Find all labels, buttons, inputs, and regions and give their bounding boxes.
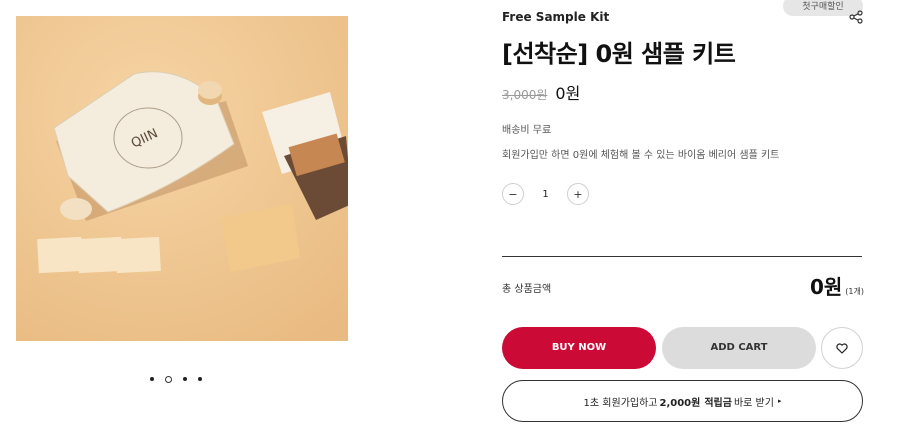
- quantity-stepper: − 1 +: [502, 183, 589, 205]
- signup-points: 적립금: [704, 397, 732, 409]
- price-row: 3,000원 0원: [502, 80, 580, 104]
- product-title: [선착순] 0원 샘플 키트: [502, 40, 736, 68]
- quantity-value[interactable]: 1: [524, 189, 567, 200]
- original-price: 3,000원: [502, 88, 548, 102]
- add-cart-button[interactable]: ADD CART: [662, 327, 816, 369]
- chevron-right-icon: ▸: [777, 397, 782, 405]
- total-price-label: 총 상품금액: [502, 284, 552, 295]
- sale-price: 0원: [555, 84, 581, 103]
- product-description: 회원가입만 하면 0원에 체험해 볼 수 있는 바이옴 베리어 샘플 키트: [502, 150, 780, 161]
- gallery-pagination: [150, 373, 202, 385]
- decrease-quantity-button[interactable]: −: [502, 183, 524, 205]
- pagination-dot[interactable]: [150, 377, 154, 381]
- increase-quantity-button[interactable]: +: [567, 183, 589, 205]
- signup-amount: 2,000원: [659, 397, 701, 409]
- total-price-value: 0원: [809, 275, 843, 299]
- heart-icon: [836, 342, 848, 354]
- product-info-panel: Free Sample Kit 첫구매할인 [선착순] 0원 샘플 키트 3,0…: [502, 0, 864, 445]
- share-icon[interactable]: [849, 10, 863, 24]
- signup-suffix: 바로 받기: [733, 397, 774, 409]
- product-image-gallery[interactable]: QIIN: [16, 16, 348, 341]
- total-price: 0원 (1개): [810, 271, 864, 300]
- wishlist-button[interactable]: [821, 327, 863, 369]
- buy-now-button[interactable]: BUY NOW: [502, 327, 656, 369]
- signup-reward-button[interactable]: 1초 회원가입하고 2,000원 적립금 바로 받기 ▸: [502, 380, 863, 422]
- signup-prefix: 1초 회원가입하고: [583, 397, 658, 409]
- total-item-count: (1개): [845, 287, 864, 296]
- product-subtitle: Free Sample Kit: [502, 10, 610, 24]
- divider: [502, 256, 862, 257]
- pagination-dot[interactable]: [183, 377, 187, 381]
- pagination-dot[interactable]: [198, 377, 202, 381]
- pagination-dot-active[interactable]: [165, 375, 172, 383]
- product-photo: QIIN: [16, 16, 348, 341]
- shipping-info: 배송비 무료: [502, 125, 552, 136]
